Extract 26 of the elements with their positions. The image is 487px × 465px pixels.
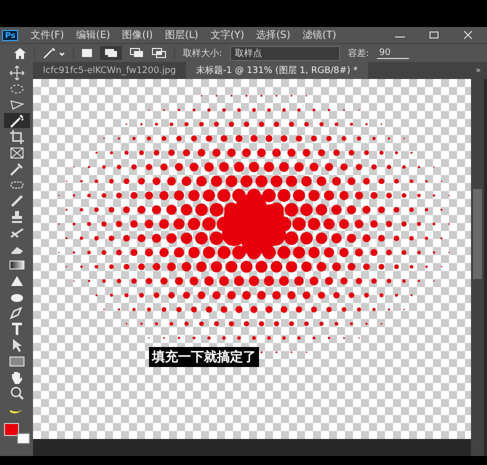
background-color-swatch[interactable] — [16, 433, 30, 444]
maximize-icon[interactable] — [429, 31, 439, 39]
menu-item[interactable]: 图像(I) — [122, 28, 153, 42]
video-caption: 填充一下就搞定了 — [149, 347, 259, 367]
magic-wand-icon[interactable] — [43, 48, 65, 58]
menu-item[interactable]: 滤镜(T) — [302, 28, 336, 42]
menu-item[interactable]: 编辑(E) — [76, 28, 110, 42]
document-tab[interactable]: 未标题-1 @ 131% (图层 1, RGB/8#) * — [186, 62, 368, 79]
sample-size-label: 取样大小: — [183, 48, 222, 60]
scrollbar-thumb[interactable] — [473, 189, 482, 279]
tabs-overflow-button[interactable]: » — [469, 66, 487, 76]
add-selection-icon[interactable] — [100, 46, 122, 60]
menu-item[interactable]: 图层(L) — [164, 28, 198, 42]
tolerance-field[interactable]: 90 — [377, 48, 410, 58]
close-icon[interactable] — [463, 31, 473, 39]
subtract-selection-icon[interactable] — [130, 48, 144, 58]
sample-size-dropdown[interactable]: 取样点 — [230, 46, 340, 60]
menu-item[interactable]: 文字(Y) — [210, 28, 244, 42]
foreground-color-swatch[interactable] — [4, 423, 18, 436]
menu-item[interactable]: 选择(S) — [256, 28, 290, 42]
menu-item[interactable]: 文件(F) — [30, 28, 64, 42]
intersect-selection-icon[interactable] — [152, 48, 166, 58]
app-logo: Ps — [2, 30, 18, 40]
tolerance-label: 容差: — [348, 48, 370, 60]
home-icon[interactable] — [14, 48, 26, 58]
magic-wand-icon[interactable] — [4, 113, 30, 128]
